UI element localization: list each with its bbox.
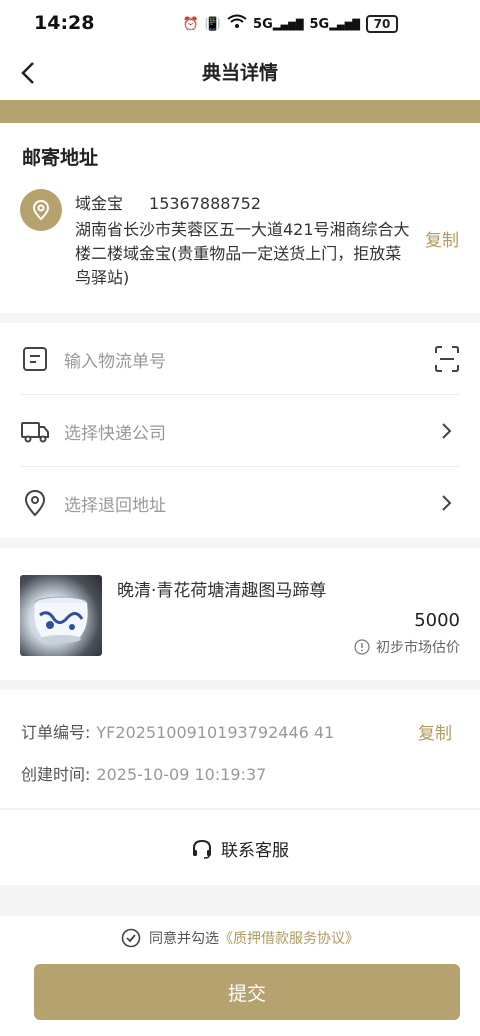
customer-service-card: 联系客服 (0, 809, 480, 885)
tracking-number-input[interactable]: 输入物流单号 (64, 347, 166, 372)
status-bar: 14:28 ⏰ 📳 5G▂▄▆█ 5G▂▄▆█ 70 (0, 0, 480, 46)
network-type-1: 5G (253, 16, 273, 32)
created-time-value: 2025-10-09 10:19:37 (96, 765, 267, 784)
alarm-icon: ⏰ (182, 16, 199, 32)
created-time-label: 创建时间: (21, 765, 91, 784)
created-time-row: 创建时间: 2025-10-09 10:19:37 (21, 761, 266, 785)
status-icons: ⏰ 📳 5G▂▄▆█ 5G▂▄▆█ (183, 14, 360, 34)
goods-image (20, 575, 102, 656)
shipping-address-card: 邮寄地址 域金宝 15367888752 湖南省长沙市芙蓉区五一大道421号湘商综… (0, 123, 480, 313)
submit-button[interactable]: 提交 (34, 964, 460, 1020)
chevron-right-icon (442, 495, 452, 511)
wifi-icon (227, 14, 247, 34)
location-icon (24, 489, 46, 517)
tracking-number-row[interactable]: 输入物流单号 (20, 323, 460, 395)
signal-icon-2: 5G▂▄▆█ (309, 16, 360, 32)
headset-icon (193, 839, 211, 859)
goods-card[interactable]: 晚清·青花荷塘清趣图马蹄尊 5000 初步市场估价 (0, 548, 480, 680)
copy-order-number-button[interactable]: 复制 (418, 719, 452, 744)
battery-icon: 70 (366, 15, 398, 33)
signal-icon-1: 5G▂▄▆█ (253, 16, 304, 32)
recipient-row: 域金宝 15367888752 (75, 190, 261, 214)
goods-price: 5000 (414, 610, 460, 631)
contact-service-button[interactable]: 联系客服 (0, 836, 480, 861)
order-number-value: YF2025100910193792446 41 (96, 723, 335, 742)
delivery-truck-icon (21, 422, 49, 443)
info-icon (354, 639, 370, 655)
return-address-row[interactable]: 选择退回地址 (20, 467, 460, 539)
courier-company-row[interactable]: 选择快递公司 (20, 395, 460, 467)
page-title: 典当详情 (201, 62, 278, 84)
agreement-row[interactable]: 同意并勾选《质押借款服务协议》 (0, 928, 480, 948)
order-number-row: 订单编号: YF2025100910193792446 41 (21, 719, 334, 743)
nav-bar: 典当详情 (0, 46, 480, 100)
bottom-action-bar: 同意并勾选《质押借款服务协议》 提交 (0, 916, 480, 1036)
copy-address-button[interactable]: 复制 (425, 226, 459, 251)
header-banner-strip (0, 100, 480, 123)
network-type-2: 5G (309, 16, 330, 32)
price-hint-text: 初步市场估价 (376, 640, 460, 656)
address-detail: 湖南省长沙市芙蓉区五一大道421号湘商综合大楼二楼域金宝(贵重物品一定送货上门，… (75, 220, 410, 287)
order-number-label: 订单编号: (21, 723, 91, 742)
agreement-text: 同意并勾选 (149, 931, 219, 947)
goods-name: 晚清·青花荷塘清趣图马蹄尊 (117, 581, 327, 601)
courier-company-select[interactable]: 选择快递公司 (64, 419, 166, 444)
recipient-phone: 15367888752 (149, 194, 261, 213)
return-address-select[interactable]: 选择退回地址 (64, 491, 166, 516)
status-time: 14:28 (34, 12, 95, 34)
agreement-link[interactable]: 《质押借款服务协议》 (219, 931, 359, 947)
order-info-card: 订单编号: YF2025100910193792446 41 复制 创建时间: 20… (0, 690, 480, 808)
address-section-title: 邮寄地址 (22, 147, 99, 169)
scan-icon[interactable] (434, 345, 460, 373)
contact-service-label: 联系客服 (221, 841, 289, 861)
price-hint: 初步市场估价 (354, 637, 460, 657)
check-circle-icon[interactable] (121, 928, 141, 948)
logistics-card: 输入物流单号 选择快递公司 选择退回地址 (0, 323, 480, 538)
document-icon (23, 347, 47, 371)
chevron-right-icon (442, 423, 452, 439)
location-pin-icon (20, 189, 62, 231)
recipient-name: 域金宝 (75, 194, 124, 213)
vibrate-icon: 📳 (204, 16, 222, 32)
